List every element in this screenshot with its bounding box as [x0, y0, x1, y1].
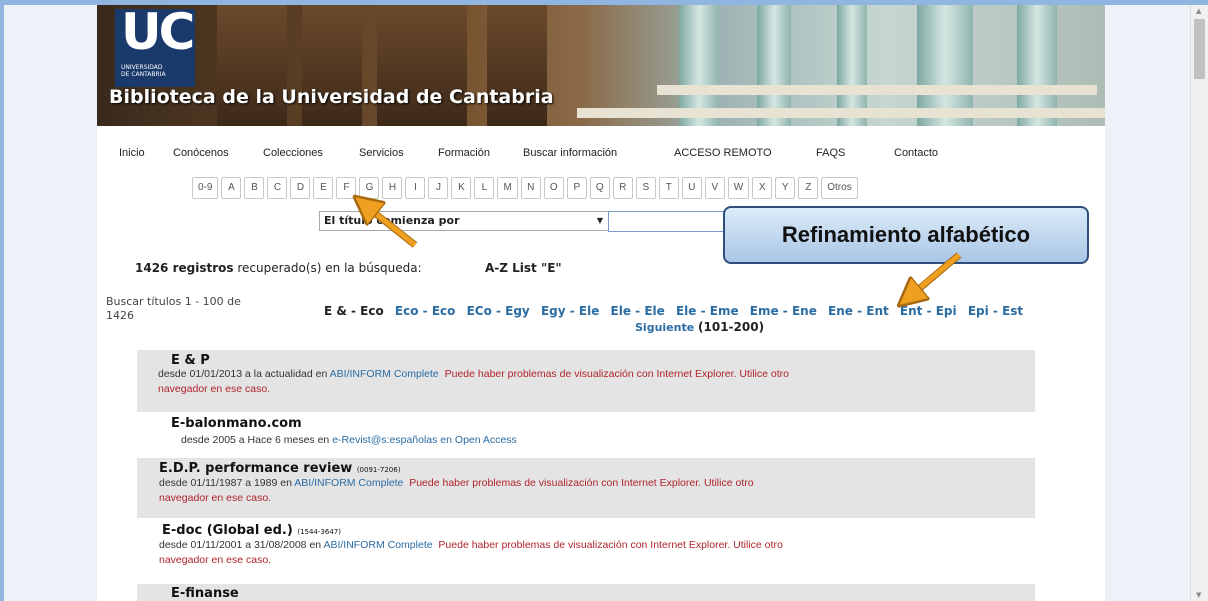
callout-arrows	[97, 5, 962, 601]
page: UC UNIVERSIDAD DE CANTABRIA Biblioteca d…	[97, 5, 1105, 601]
arrow-to-letter-e	[365, 205, 417, 247]
scroll-thumb[interactable]	[1194, 19, 1205, 79]
scroll-down-icon[interactable]: ▼	[1196, 591, 1201, 599]
vertical-scrollbar[interactable]: ▲ ▼	[1190, 5, 1208, 601]
window-left-border	[0, 0, 4, 601]
scroll-up-icon[interactable]: ▲	[1196, 7, 1201, 15]
arrow-to-range	[909, 253, 961, 297]
